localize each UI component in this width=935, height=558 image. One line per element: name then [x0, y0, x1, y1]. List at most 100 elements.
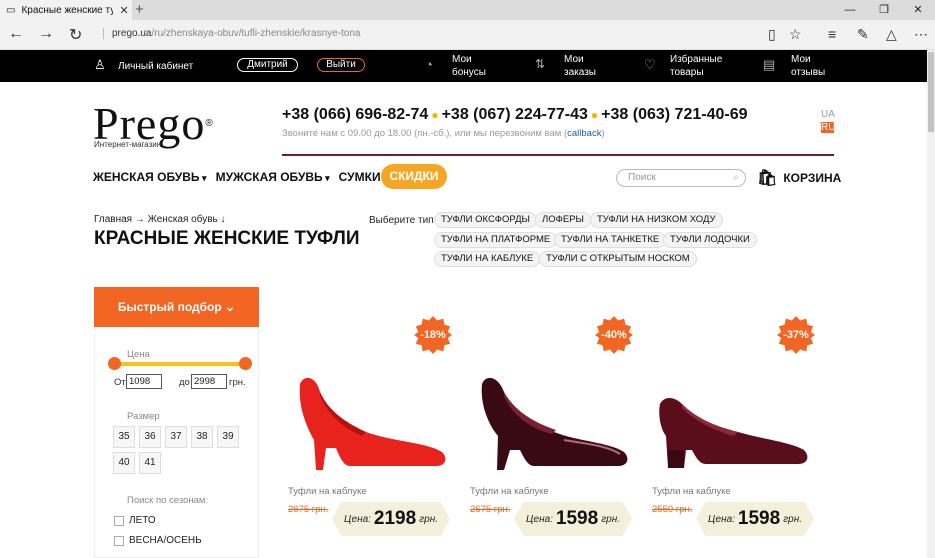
browser-tab-strip: ▭ Красные женские туфл ✕ + — ❐ ✕ [0, 0, 935, 20]
type-chip[interactable]: ТУФЛИ ОКСФОРДЫ [434, 212, 537, 228]
discount-badge: -37% [777, 316, 815, 354]
lang-ua[interactable]: UA [821, 109, 835, 120]
header-divider [282, 154, 834, 156]
old-price: 2675 грн. [470, 504, 511, 515]
callback-link[interactable]: callback [567, 128, 601, 139]
discount-badge: -18% [414, 316, 452, 354]
type-chip[interactable]: ТУФЛИ НА КАБЛУКЕ [434, 251, 541, 267]
type-chip[interactable]: ТУФЛИ С ОТКРЫТЫМ НОСКОМ [539, 251, 697, 267]
logo-subtitle: Интернет-магазин [94, 140, 162, 149]
size-option[interactable]: 41 [139, 452, 161, 474]
more-icon[interactable]: ⋯ [914, 26, 928, 43]
lang-ru[interactable]: RU [821, 122, 835, 133]
price-to-label: до [179, 377, 190, 388]
reviews-link[interactable]: Мои отзывы [791, 53, 825, 79]
tab-close-icon[interactable]: ✕ [119, 4, 128, 17]
search-input[interactable]: Поиск ⌕ [616, 169, 746, 187]
reviews-icon: ▤ [763, 57, 776, 72]
product-category: Туфли на каблуке [652, 486, 731, 497]
chevron-down-icon: ⌄ [225, 300, 236, 314]
size-option[interactable]: 35 [113, 426, 135, 448]
user-icon: ♙ [94, 57, 106, 72]
orders-link[interactable]: Мои заказы [564, 53, 596, 79]
type-chip[interactable]: ЛОФЕРЫ [535, 212, 591, 228]
menu-men[interactable]: МУЖСКАЯ ОБУВЬ [216, 170, 330, 184]
web-note-icon[interactable]: ✎ [857, 26, 869, 43]
season-summer[interactable]: ЛЕТО [114, 515, 156, 526]
minimize-icon[interactable]: — [833, 0, 867, 20]
size-option[interactable]: 38 [191, 426, 213, 448]
piggy-bank-icon: ◔ [425, 57, 433, 72]
current-price: Цена: 1598 грн. [514, 502, 632, 536]
product-card[interactable]: -37% Туфли на каблуке 2550 грн. Цена: 159… [646, 300, 815, 550]
favorites-link[interactable]: Избранные товары [670, 53, 722, 79]
url-host: prego.ua [112, 28, 152, 39]
new-tab-button[interactable]: + [135, 1, 144, 18]
type-chip[interactable]: ТУФЛИ ЛОДОЧКИ [663, 232, 757, 248]
site-logo[interactable]: Prego® [93, 101, 214, 147]
close-window-icon[interactable]: ✕ [901, 0, 935, 20]
cart-icon: 🛍︎ [757, 170, 778, 187]
size-option[interactable]: 36 [139, 426, 161, 448]
restore-icon[interactable]: ❐ [867, 0, 901, 20]
checkbox[interactable] [114, 535, 124, 546]
account-bar: ♙ Личный кабинет Дмитрий Выйти ◔ Мои бону… [0, 50, 927, 82]
page-title: КРАСНЫЕ ЖЕНСКИЕ ТУФЛИ [94, 228, 360, 249]
product-image[interactable] [468, 370, 628, 480]
user-name-button[interactable]: Дмитрий [237, 58, 298, 72]
forward-icon[interactable]: → [38, 25, 54, 43]
price-max-handle[interactable] [239, 357, 252, 370]
type-chip[interactable]: ТУФЛИ НА ТАНКЕТКЕ [554, 232, 667, 248]
product-category: Туфли на каблуке [470, 486, 549, 497]
menu-women[interactable]: ЖЕНСКАЯ ОБУВЬ [93, 170, 207, 184]
sale-button[interactable]: СКИДКИ [381, 164, 447, 189]
old-price: 2675 грн. [288, 504, 329, 515]
tab-page-icon: ▭ [6, 4, 16, 16]
bonuses-link[interactable]: Мои бонусы [452, 53, 486, 79]
refresh-icon[interactable]: ↻ [69, 25, 82, 45]
type-chip[interactable]: ТУФЛИ НА ПЛАТФОРМЕ [434, 232, 558, 248]
size-option[interactable]: 37 [165, 426, 187, 448]
account-link[interactable]: Личный кабинет [118, 60, 193, 73]
size-option[interactable]: 40 [113, 452, 135, 474]
scrollbar-thumb[interactable] [928, 52, 934, 132]
hub-icon[interactable]: ≡ [828, 26, 836, 42]
phone-1[interactable]: +38 (066) 696-82-74 [282, 106, 428, 123]
call-hint: Звоните нам с 09.00 до 18.00 (пн.-сб.), … [282, 128, 605, 139]
heart-icon: ♡ [644, 57, 656, 72]
breadcrumb[interactable]: Главная → Женская обувь ↓ [94, 214, 226, 225]
orders-icon: ⇅ [535, 57, 546, 71]
price-from-label: От [114, 377, 126, 388]
current-price: Цена: 1598 грн. [696, 502, 814, 536]
product-card[interactable]: -18% Туфли на каблуке 2675 грн. Цена: 219… [282, 300, 452, 550]
phone-3[interactable]: +38 (063) 721-40-69 [601, 106, 747, 123]
price-range-track[interactable] [114, 362, 246, 366]
main-menu: ЖЕНСКАЯ ОБУВЬ МУЖСКАЯ ОБУВЬ СУМКИ [93, 170, 397, 184]
product-card[interactable]: -40% Туфли на каблуке 2675 грн. Цена: 159… [464, 300, 633, 550]
window-controls: — ❐ ✕ [833, 0, 935, 20]
address-bar: ← → ↻ prego.ua/ru/zhenskaya-obuv/tufli-z… [0, 20, 935, 50]
quick-filter-button[interactable]: Быстрый подбор ⌄ [94, 287, 259, 327]
season-spring-autumn[interactable]: ВЕСНА/ОСЕНЬ [114, 535, 202, 546]
share-icon[interactable]: △ [886, 26, 897, 43]
size-option[interactable]: 39 [217, 426, 239, 448]
reading-view-icon[interactable]: ▯ [768, 26, 776, 43]
back-icon[interactable]: ← [8, 25, 24, 43]
search-icon[interactable]: ⌕ [733, 170, 739, 186]
current-price: Цена: 2198 грн. [332, 502, 450, 536]
type-chip[interactable]: ТУФЛИ НА НИЗКОМ ХОДУ [590, 212, 723, 228]
logout-button[interactable]: Выйти [317, 58, 365, 72]
product-image[interactable] [650, 370, 810, 480]
phone-numbers: +38 (066) 696-82-74 ● +38 (067) 224-77-43 ●… [282, 106, 748, 123]
checkbox[interactable] [114, 515, 124, 526]
favorite-star-icon[interactable]: ☆ [789, 26, 802, 43]
price-from-input[interactable]: 1098 [126, 374, 162, 389]
cart-link[interactable]: 🛍︎ КОРЗИНА [757, 168, 841, 188]
price-min-handle[interactable] [108, 357, 121, 370]
url-field[interactable]: prego.ua/ru/zhenskaya-obuv/tufli-zhenski… [103, 28, 360, 39]
product-image[interactable] [286, 370, 446, 480]
phone-2[interactable]: +38 (067) 224-77-43 [442, 106, 588, 123]
page-scrollbar[interactable] [927, 50, 935, 558]
price-to-input[interactable]: 2998 [191, 374, 227, 389]
browser-tab[interactable]: ▭ Красные женские туфл ✕ [0, 0, 132, 20]
